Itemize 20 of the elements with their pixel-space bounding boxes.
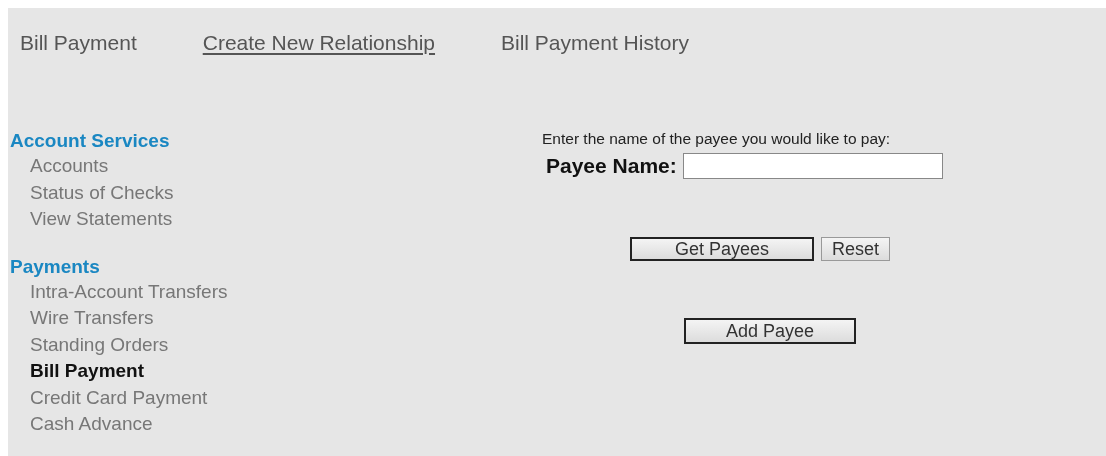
- add-payee-button[interactable]: Add Payee: [684, 318, 856, 344]
- section-heading: Account Services: [10, 129, 170, 153]
- sidebar-item[interactable]: Credit Card Payment: [10, 384, 208, 411]
- sidebar-item[interactable]: View Statements: [10, 206, 173, 233]
- field-label: Payee Name:: [546, 154, 677, 178]
- instruction-text: Enter the name of the payee you would like to pay:: [542, 129, 891, 149]
- sidebar-item[interactable]: Bill Payment: [10, 358, 145, 385]
- sidebar-item[interactable]: Standing Orders: [10, 331, 169, 358]
- sidebar-item[interactable]: Cash Advance: [10, 411, 153, 438]
- sidebar-item[interactable]: Wire Transfers: [10, 305, 154, 332]
- sidebar-item[interactable]: Intra-Account Transfers: [10, 278, 228, 305]
- get-payees-button[interactable]: Get Payees: [630, 237, 814, 261]
- payee-name-field[interactable]: [682, 153, 943, 179]
- reset-button[interactable]: Reset: [821, 237, 891, 261]
- sidebar-item[interactable]: Accounts: [10, 153, 109, 180]
- tab[interactable]: Bill Payment History: [501, 30, 689, 56]
- section-heading: Payments: [10, 254, 100, 279]
- sidebar-item[interactable]: Status of Checks: [10, 179, 174, 206]
- tab[interactable]: Create New Relationship: [202, 30, 435, 56]
- tab[interactable]: Bill Payment: [20, 30, 137, 56]
